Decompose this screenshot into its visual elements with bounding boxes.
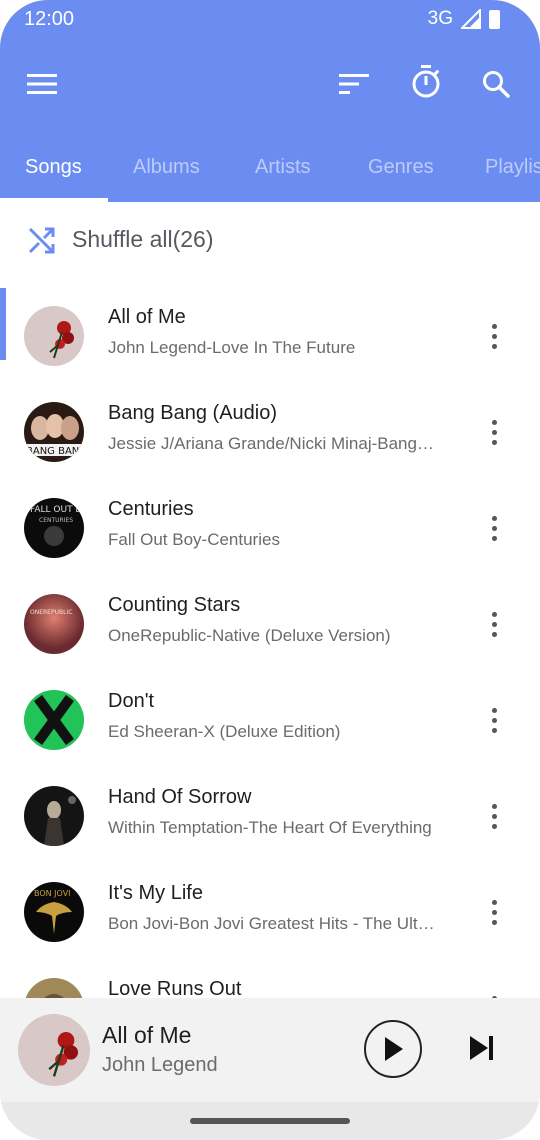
album-cover: ONEREPUBLIC bbox=[24, 594, 84, 654]
song-subtitle: Within Temptation-The Heart Of Everythin… bbox=[108, 818, 432, 837]
more-options-icon[interactable] bbox=[474, 984, 514, 998]
song-title: Love Runs Out bbox=[108, 978, 242, 998]
tab-genres[interactable]: Genres bbox=[368, 156, 434, 179]
status-right: 3G bbox=[428, 8, 500, 30]
song-row[interactable]: ONEREPUBLIC Counting Stars OneRepublic-N… bbox=[0, 576, 540, 672]
menu-icon[interactable] bbox=[18, 60, 66, 108]
play-icon bbox=[385, 1037, 403, 1061]
signal-icon bbox=[461, 9, 481, 29]
shuffle-all-button[interactable]: Shuffle all(26) bbox=[0, 202, 540, 278]
play-button[interactable] bbox=[364, 1020, 422, 1078]
timer-icon[interactable] bbox=[402, 58, 450, 106]
status-bar: 12:00 3G bbox=[0, 0, 540, 40]
album-cover bbox=[24, 978, 84, 998]
album-cover: BANG BANG bbox=[24, 402, 84, 462]
tab-bar: Songs Albums Artists Genres Playlis bbox=[0, 146, 540, 202]
song-title: Don't bbox=[108, 690, 155, 712]
album-cover: FALL OUT BOY CENTURIES bbox=[24, 498, 84, 558]
song-row[interactable]: Hand Of Sorrow Within Temptation-The Hea… bbox=[0, 768, 540, 864]
app-bar: 12:00 3G Songs Albums Artists Genres Pla… bbox=[0, 0, 540, 202]
network-type: 3G bbox=[427, 8, 453, 29]
svg-text:BANG BANG: BANG BANG bbox=[26, 446, 84, 457]
tab-playlists[interactable]: Playlis bbox=[485, 156, 540, 179]
song-subtitle: John Legend-Love In The Future bbox=[108, 338, 356, 357]
song-subtitle: Fall Out Boy-Centuries bbox=[108, 530, 280, 549]
now-playing-cover bbox=[18, 1014, 90, 1086]
sort-icon[interactable] bbox=[330, 60, 378, 108]
song-subtitle: Bon Jovi-Bon Jovi Greatest Hits - The Ul… bbox=[108, 914, 438, 933]
song-subtitle: Ed Sheeran-X (Deluxe Edition) bbox=[108, 722, 341, 741]
tab-artists[interactable]: Artists bbox=[255, 156, 311, 179]
search-icon[interactable] bbox=[472, 60, 520, 108]
more-options-icon[interactable] bbox=[474, 888, 514, 936]
now-playing-artist: John Legend bbox=[102, 1054, 218, 1076]
battery-icon bbox=[489, 9, 500, 29]
svg-text:ONEREPUBLIC: ONEREPUBLIC bbox=[30, 609, 72, 616]
status-time: 12:00 bbox=[24, 8, 75, 30]
album-cover bbox=[24, 690, 84, 750]
song-row[interactable]: Love Runs Out bbox=[0, 960, 540, 998]
svg-text:BON JOVI: BON JOVI bbox=[34, 889, 71, 898]
more-options-icon[interactable] bbox=[474, 792, 514, 840]
more-options-icon[interactable] bbox=[474, 600, 514, 648]
song-title: All of Me bbox=[108, 306, 186, 328]
svg-text:CENTURIES: CENTURIES bbox=[39, 517, 73, 524]
more-options-icon[interactable] bbox=[474, 408, 514, 456]
more-options-icon[interactable] bbox=[474, 504, 514, 552]
song-title: It's My Life bbox=[108, 882, 203, 904]
album-cover bbox=[24, 786, 84, 846]
song-row[interactable]: All of Me John Legend-Love In The Future bbox=[0, 288, 540, 384]
tab-songs[interactable]: Songs bbox=[25, 156, 82, 179]
album-cover: BON JOVI bbox=[24, 882, 84, 942]
skip-next-icon[interactable] bbox=[466, 1032, 498, 1064]
song-row[interactable]: FALL OUT BOY CENTURIES Centuries Fall Out… bbox=[0, 480, 540, 576]
song-row[interactable]: BANG BANG Bang Bang (Audio) Jessie J/Ari… bbox=[0, 384, 540, 480]
song-row[interactable]: Don't Ed Sheeran-X (Deluxe Edition) bbox=[0, 672, 540, 768]
toolbar bbox=[0, 54, 540, 114]
shuffle-all-label: Shuffle all(26) bbox=[72, 226, 214, 252]
song-title: Bang Bang (Audio) bbox=[108, 402, 278, 424]
song-row[interactable]: BON JOVI It's My Life Bon Jovi-Bon Jovi … bbox=[0, 864, 540, 960]
song-subtitle: Jessie J/Ariana Grande/Nicki Minaj-Bang … bbox=[108, 434, 438, 453]
song-title: Hand Of Sorrow bbox=[108, 786, 252, 808]
more-options-icon[interactable] bbox=[474, 312, 514, 360]
svg-text:FALL OUT BOY: FALL OUT BOY bbox=[30, 505, 84, 515]
song-title: Counting Stars bbox=[108, 594, 241, 616]
more-options-icon[interactable] bbox=[474, 696, 514, 744]
song-title: Centuries bbox=[108, 498, 194, 520]
gesture-bar-area bbox=[0, 1102, 540, 1140]
song-subtitle: OneRepublic-Native (Deluxe Version) bbox=[108, 626, 391, 645]
phone-screen: 12:00 3G Songs Albums Artists Genres Pla… bbox=[0, 0, 540, 1140]
tab-albums[interactable]: Albums bbox=[133, 156, 200, 179]
shuffle-icon bbox=[28, 227, 55, 254]
mini-player[interactable]: All of Me John Legend bbox=[0, 998, 540, 1102]
now-playing-title: All of Me bbox=[102, 1022, 192, 1048]
home-gesture-handle[interactable] bbox=[190, 1118, 350, 1124]
song-list-container: Shuffle all(26) All of Me John Legend-Lo… bbox=[0, 202, 540, 998]
album-cover bbox=[24, 306, 84, 366]
